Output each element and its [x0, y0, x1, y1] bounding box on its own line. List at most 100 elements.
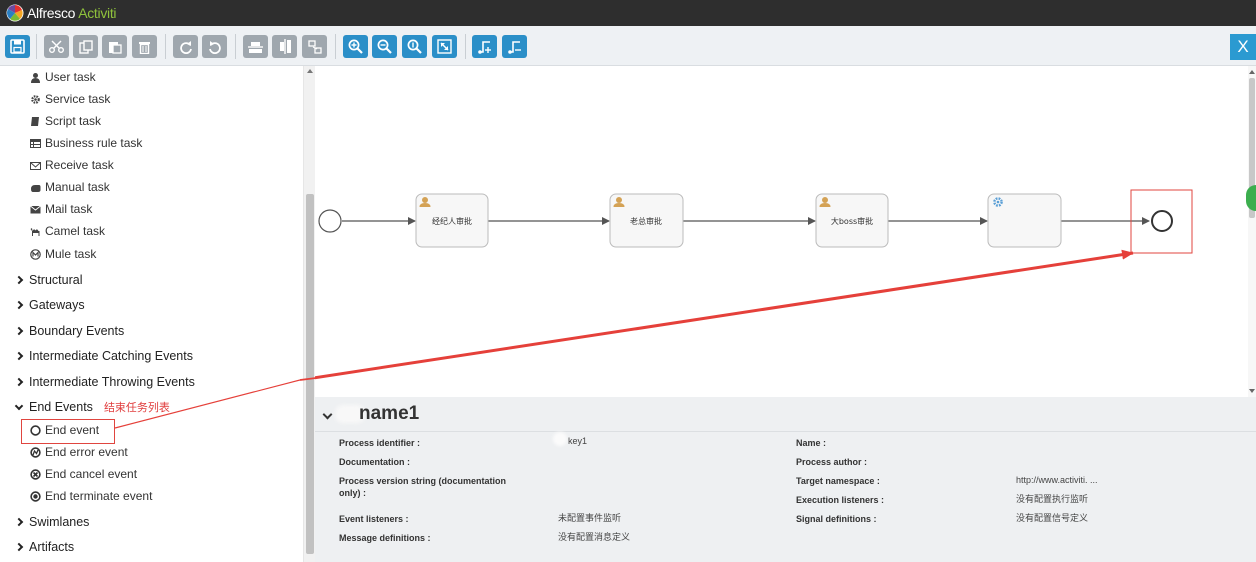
canvas-scrollbar[interactable]: [1248, 66, 1256, 397]
chevron-right-icon: [14, 351, 24, 361]
palette-group-intermediate-throwing[interactable]: Intermediate Throwing Events: [14, 374, 195, 390]
palette-group-swimlanes[interactable]: Swimlanes: [14, 514, 89, 530]
prop-value-process-identifier[interactable]: key1: [568, 435, 587, 447]
paste-button[interactable]: [102, 35, 127, 58]
palette-script-task[interactable]: Script task: [30, 113, 101, 129]
palette-item-label: User task: [45, 70, 96, 84]
prop-label: Event listeners :: [339, 514, 409, 524]
palette-item-label: Service task: [45, 92, 111, 106]
palette-scrollbar[interactable]: [303, 66, 315, 562]
shape-palette: User task Service task Script task Busin…: [0, 66, 303, 562]
zoom-out-button[interactable]: [372, 35, 397, 58]
expand-panel-tab[interactable]: [1246, 185, 1256, 211]
properties-header[interactable]: name1: [315, 397, 1256, 432]
palette-item-label: Mail task: [45, 202, 93, 216]
palette-user-task[interactable]: User task: [30, 69, 96, 85]
prop-label: Documentation :: [339, 457, 410, 467]
group-label: Gateways: [29, 298, 85, 312]
palette-item-label: Receive task: [45, 158, 114, 172]
camel-icon: [30, 227, 40, 236]
prop-value-execution-listeners[interactable]: 没有配置执行监听: [1016, 493, 1088, 505]
palette-item-label: End event: [45, 423, 100, 437]
palette-group-gateways[interactable]: Gateways: [14, 297, 85, 313]
palette-item-label: Mule task: [45, 247, 97, 261]
palette-receive-task[interactable]: Receive task: [30, 157, 114, 173]
diagram-canvas[interactable]: 经纪人审批 老总审批 大boss审批: [299, 66, 1248, 397]
zoom-actual-icon: [407, 39, 422, 54]
close-editor-button[interactable]: X: [1230, 34, 1256, 60]
scrollbar-thumb[interactable]: [306, 194, 314, 554]
chevron-right-icon: [14, 326, 24, 336]
same-size-button[interactable]: [302, 35, 327, 58]
palette-end-event[interactable]: End event: [30, 422, 99, 438]
user-task-1[interactable]: 经纪人审批: [415, 193, 489, 248]
redo-button[interactable]: [173, 35, 198, 58]
palette-group-structural[interactable]: Structural: [14, 272, 83, 288]
palette-end-error-event[interactable]: End error event: [30, 444, 128, 460]
bpmn-diagram[interactable]: 经纪人审批 老总审批 大boss审批: [299, 66, 1248, 397]
palette-group-intermediate-catching[interactable]: Intermediate Catching Events: [14, 348, 193, 364]
palette-group-boundary-events[interactable]: Boundary Events: [14, 323, 125, 339]
scroll-down-icon[interactable]: [1249, 389, 1255, 393]
user-task-2[interactable]: 老总审批: [609, 193, 684, 248]
prop-value-message-definitions[interactable]: 没有配置消息定义: [558, 531, 630, 543]
remove-bendpoint-button[interactable]: [502, 35, 527, 58]
end-event[interactable]: [1151, 210, 1173, 232]
cancel-circle-icon: [30, 468, 41, 480]
chevron-down-icon: [14, 401, 24, 410]
palette-end-terminate-event[interactable]: End terminate event: [30, 488, 152, 504]
scroll-up-icon[interactable]: [307, 69, 313, 73]
prop-label: Name :: [796, 438, 827, 448]
palette-mule-task[interactable]: Mule task: [30, 246, 96, 262]
palette-end-cancel-event[interactable]: End cancel event: [30, 466, 137, 482]
service-task[interactable]: [987, 193, 1062, 248]
annotation-arrow: [299, 249, 1134, 382]
app-header: Alfresco Activiti: [0, 0, 1256, 26]
prop-label: Process version string (documentation on…: [339, 476, 507, 498]
align-horizontal-button[interactable]: [243, 35, 268, 58]
cut-button[interactable]: [44, 35, 69, 58]
scroll-up-icon[interactable]: [1249, 70, 1255, 74]
undo-button[interactable]: [202, 35, 227, 58]
editor-toolbar: X: [0, 26, 1256, 66]
user-task-3[interactable]: 大boss审批: [815, 193, 889, 248]
zoom-actual-button[interactable]: [402, 35, 427, 58]
start-event[interactable]: [318, 209, 342, 233]
prop-value-signal-definitions[interactable]: 没有配置信号定义: [1016, 512, 1088, 524]
zoom-in-button[interactable]: [343, 35, 368, 58]
task-label: 经纪人审批: [432, 216, 472, 226]
chevron-right-icon: [14, 300, 24, 310]
zoom-fit-button[interactable]: [432, 35, 457, 58]
palette-group-artifacts[interactable]: Artifacts: [14, 539, 74, 555]
undo-icon: [208, 40, 221, 54]
palette-item-label: Camel task: [45, 224, 106, 238]
palette-item-label: Business rule task: [45, 136, 143, 150]
delete-button[interactable]: [132, 35, 157, 58]
group-label: Intermediate Catching Events: [29, 349, 193, 363]
palette-service-task[interactable]: Service task: [30, 91, 110, 107]
prop-label: Execution listeners :: [796, 495, 885, 505]
app-logo: Alfresco Activiti: [6, 4, 117, 22]
add-bendpoint-button[interactable]: [472, 35, 497, 58]
annotation-note: 结束任务列表: [103, 402, 170, 414]
group-label: Boundary Events: [29, 324, 125, 338]
envelope-icon: [30, 205, 41, 213]
palette-manual-task[interactable]: Manual task: [30, 179, 110, 195]
chevron-right-icon: [14, 517, 24, 527]
align-horizontal-icon: [248, 41, 263, 53]
prop-label: Target namespace :: [796, 476, 880, 486]
palette-camel-task[interactable]: Camel task: [30, 223, 105, 239]
prop-value-target-namespace[interactable]: http://www.activiti. ...: [1016, 474, 1098, 486]
align-vertical-button[interactable]: [272, 35, 297, 58]
prop-label: Process author :: [796, 457, 868, 467]
copy-button[interactable]: [73, 35, 98, 58]
chevron-down-icon[interactable]: [322, 409, 333, 420]
palette-mail-task[interactable]: Mail task: [30, 201, 92, 217]
palette-business-rule-task[interactable]: Business rule task: [30, 135, 142, 151]
prop-label: Process identifier :: [339, 438, 421, 448]
script-icon: [31, 116, 39, 126]
save-button[interactable]: [5, 35, 30, 58]
prop-value-event-listeners[interactable]: 未配置事件监听: [558, 512, 621, 524]
envelope-open-icon: [30, 161, 41, 170]
palette-group-end-events[interactable]: End Events 结束任务列表: [14, 399, 170, 415]
